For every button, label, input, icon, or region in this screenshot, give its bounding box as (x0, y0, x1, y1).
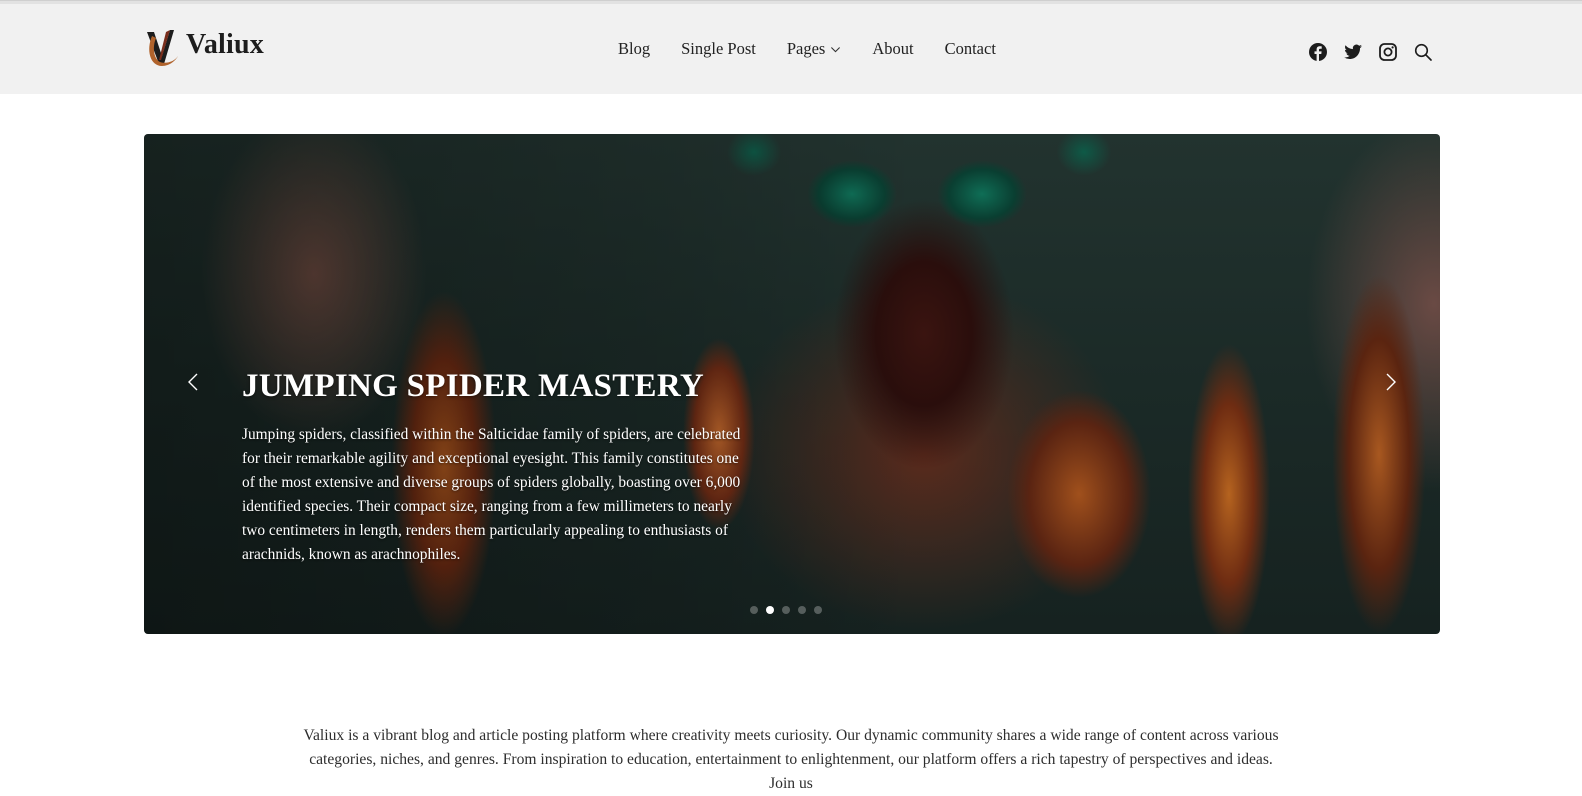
nav-contact-label: Contact (944, 39, 996, 58)
search-icon[interactable] (1413, 42, 1433, 62)
nav-pages-label: Pages (786, 39, 826, 58)
hero-slider[interactable]: JUMPING SPIDER MASTERY Jumping spiders, … (144, 134, 1440, 634)
social-links (1308, 42, 1433, 62)
nav-pages[interactable]: Pages (787, 39, 842, 59)
brand-logo-icon (147, 30, 178, 66)
site-logo[interactable]: Valiux (144, 26, 264, 70)
slider-pagination (750, 606, 822, 614)
site-header: Valiux Blog Single Post Pages About Cont… (0, 4, 1582, 94)
nav-about[interactable]: About (872, 39, 913, 59)
slider-dot-active[interactable] (766, 606, 774, 614)
facebook-icon[interactable] (1308, 42, 1328, 62)
slider-dot[interactable] (750, 606, 758, 614)
nav-single-post-label: Single Post (681, 39, 756, 58)
slider-dot[interactable] (814, 606, 822, 614)
nav-single-post[interactable]: Single Post (681, 39, 756, 59)
twitter-icon[interactable] (1343, 42, 1363, 62)
nav-blog-label: Blog (618, 39, 651, 58)
slider-dot[interactable] (798, 606, 806, 614)
chevron-right-icon[interactable] (1378, 370, 1402, 394)
main-nav: Blog Single Post Pages About Contact (618, 39, 996, 59)
chevron-down-icon (831, 46, 841, 52)
nav-blog[interactable]: Blog (618, 39, 650, 59)
instagram-icon[interactable] (1378, 42, 1398, 62)
nav-about-label: About (872, 39, 914, 58)
slide-title: JUMPING SPIDER MASTERY (242, 368, 704, 404)
slider-dot[interactable] (782, 606, 790, 614)
slide-description: Jumping spiders, classified within the S… (242, 426, 741, 563)
brand-name: Valiux (186, 29, 264, 60)
chevron-left-icon[interactable] (182, 370, 206, 394)
site-intro-text: Valiux is a vibrant blog and article pos… (303, 727, 1279, 792)
nav-contact[interactable]: Contact (945, 39, 996, 59)
